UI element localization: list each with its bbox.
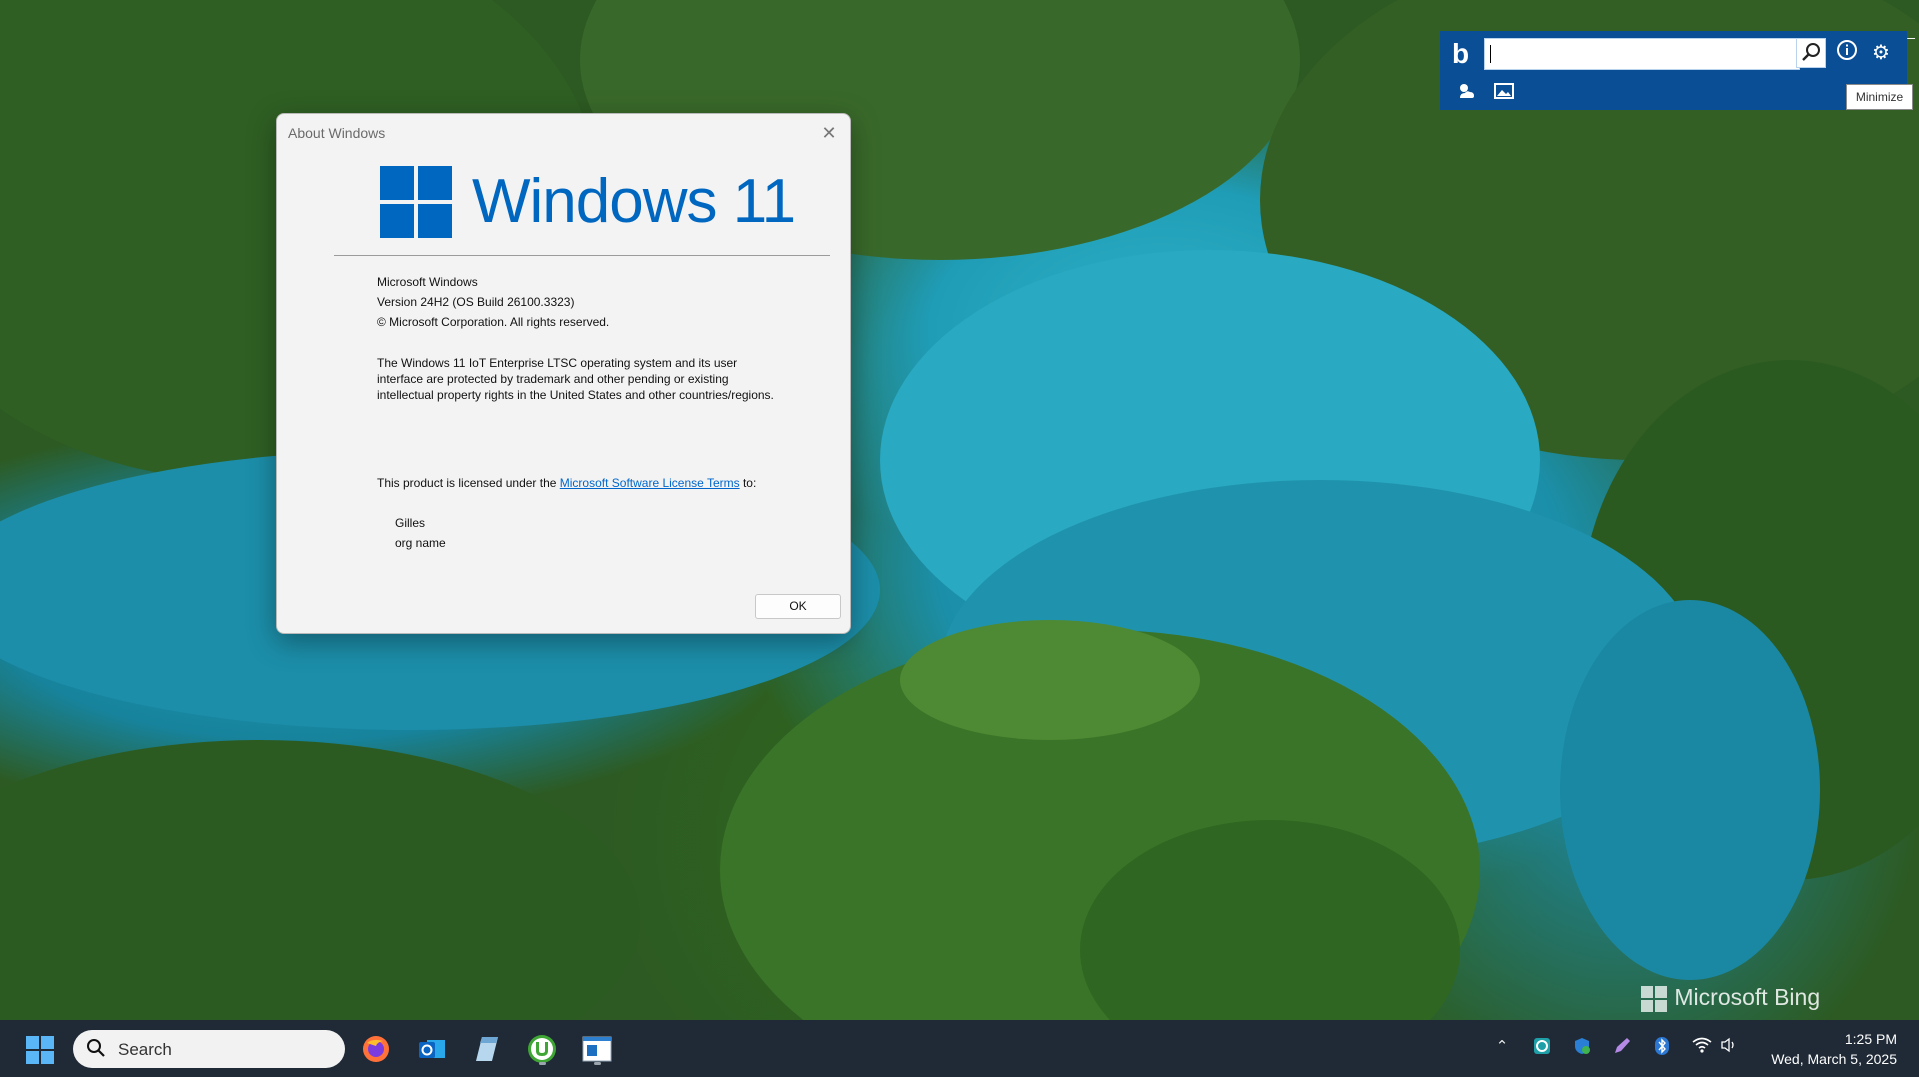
volume-icon[interactable] <box>1718 1037 1740 1057</box>
windows-start-icon <box>26 1036 54 1064</box>
version-text: Version 24H2 (OS Build 26100.3323) <box>377 295 575 309</box>
system-clock[interactable]: 1:25 PM Wed, March 5, 2025 <box>1771 1029 1897 1069</box>
bing-watermark: Microsoft Bing <box>1640 984 1820 1013</box>
bing-toolbar-row <box>1440 78 1907 110</box>
clock-time: 1:25 PM <box>1844 1031 1897 1047</box>
bing-search-input[interactable] <box>1484 38 1800 70</box>
weather-icon[interactable] <box>1452 80 1480 108</box>
settings-icon[interactable]: ⚙ <box>1867 39 1895 67</box>
defender-icon[interactable] <box>1571 1037 1593 1059</box>
license-prefix: This product is licensed under the <box>377 476 560 490</box>
search-icon[interactable] <box>1796 38 1826 68</box>
app-window-icon[interactable] <box>578 1030 616 1068</box>
bing-toolbar: b ⚙ – <box>1440 29 1915 110</box>
image-icon[interactable] <box>1490 80 1518 108</box>
about-windows-dialog: About Windows ✕ Windows 11 Microsoft Win… <box>276 113 851 634</box>
watermark-text: Microsoft Bing <box>1674 984 1821 1010</box>
wifi-icon[interactable] <box>1691 1037 1713 1057</box>
minimize-icon[interactable]: – <box>1907 29 1915 45</box>
start-button[interactable] <box>21 1030 59 1068</box>
search-icon <box>86 1038 106 1063</box>
taskbar: Search ⌃ 1:25 PM Wed, March 5, 2025 <box>0 1020 1919 1077</box>
running-indicator <box>539 1062 546 1065</box>
copyright-text: © Microsoft Corporation. All rights rese… <box>377 315 610 329</box>
product-name: Microsoft Windows <box>377 275 478 289</box>
windows-brand-title: Windows 11 <box>472 167 796 236</box>
licensed-org: org name <box>395 536 446 550</box>
running-indicator <box>594 1062 601 1065</box>
firefox-icon[interactable] <box>357 1030 395 1068</box>
chevron-up-icon[interactable]: ⌃ <box>1491 1037 1513 1055</box>
info-icon[interactable] <box>1833 39 1861 67</box>
license-terms-link[interactable]: Microsoft Software License Terms <box>560 476 740 490</box>
outlook-icon[interactable] <box>413 1030 451 1068</box>
license-suffix: to: <box>739 476 757 490</box>
bing-logo-icon[interactable]: b <box>1452 39 1474 69</box>
text-cursor <box>1490 45 1491 63</box>
license-statement: This product is licensed under the Micro… <box>377 475 777 491</box>
trademark-description: The Windows 11 IoT Enterprise LTSC opera… <box>377 356 774 402</box>
edge-icon[interactable] <box>1531 1037 1553 1059</box>
search-label: Search <box>118 1040 172 1059</box>
bluetooth-icon[interactable] <box>1651 1037 1673 1059</box>
taskbar-search-box[interactable]: Search <box>73 1030 345 1068</box>
windows-logo-icon <box>380 166 452 238</box>
licensed-user: Gilles <box>395 516 426 530</box>
notepad-icon[interactable] <box>468 1030 506 1068</box>
pen-icon[interactable] <box>1611 1037 1633 1059</box>
dialog-titlebar[interactable]: About Windows ✕ <box>277 114 850 152</box>
utorrent-icon[interactable] <box>523 1030 561 1068</box>
dialog-title: About Windows <box>288 125 386 141</box>
close-icon[interactable]: ✕ <box>818 122 840 144</box>
divider <box>334 255 830 256</box>
microsoft-logo-icon <box>1640 985 1668 1013</box>
ok-button[interactable]: OK <box>755 594 841 619</box>
clock-date: Wed, March 5, 2025 <box>1771 1051 1897 1067</box>
minimize-tooltip: Minimize <box>1846 84 1913 110</box>
